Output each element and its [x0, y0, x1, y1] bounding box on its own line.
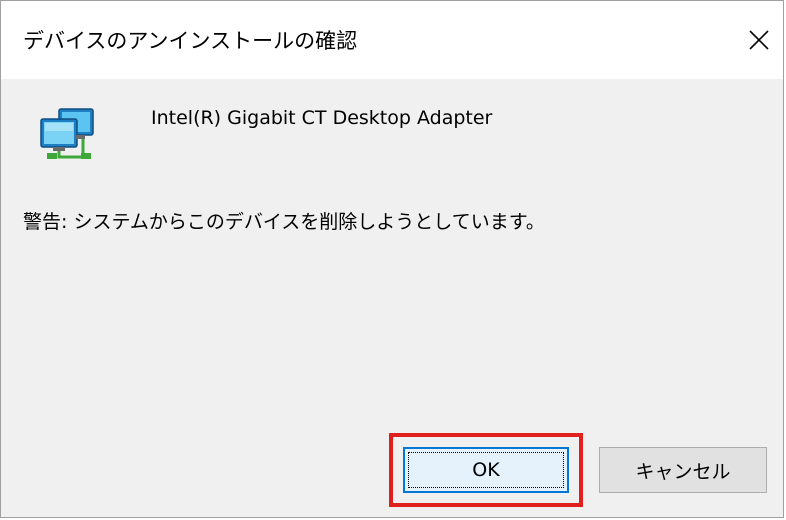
- close-icon: [749, 30, 769, 50]
- title-bar: デバイスのアンインストールの確認: [1, 1, 783, 79]
- network-adapter-icon: [37, 105, 99, 161]
- warning-message: 警告: システムからこのデバイスを削除しようとしています。: [23, 211, 545, 233]
- uninstall-confirm-dialog: デバイスのアンインストールの確認 Intel(R) Gigabit CT Des…: [0, 0, 784, 518]
- cancel-button[interactable]: キャンセル: [599, 447, 767, 493]
- device-name: Intel(R) Gigabit CT Desktop Adapter: [151, 107, 493, 129]
- ok-button[interactable]: OK: [403, 447, 569, 493]
- dialog-title: デバイスのアンインストールの確認: [23, 29, 358, 53]
- ok-button-label: OK: [472, 459, 500, 481]
- close-button[interactable]: [735, 1, 783, 79]
- cancel-button-label: キャンセル: [635, 460, 731, 483]
